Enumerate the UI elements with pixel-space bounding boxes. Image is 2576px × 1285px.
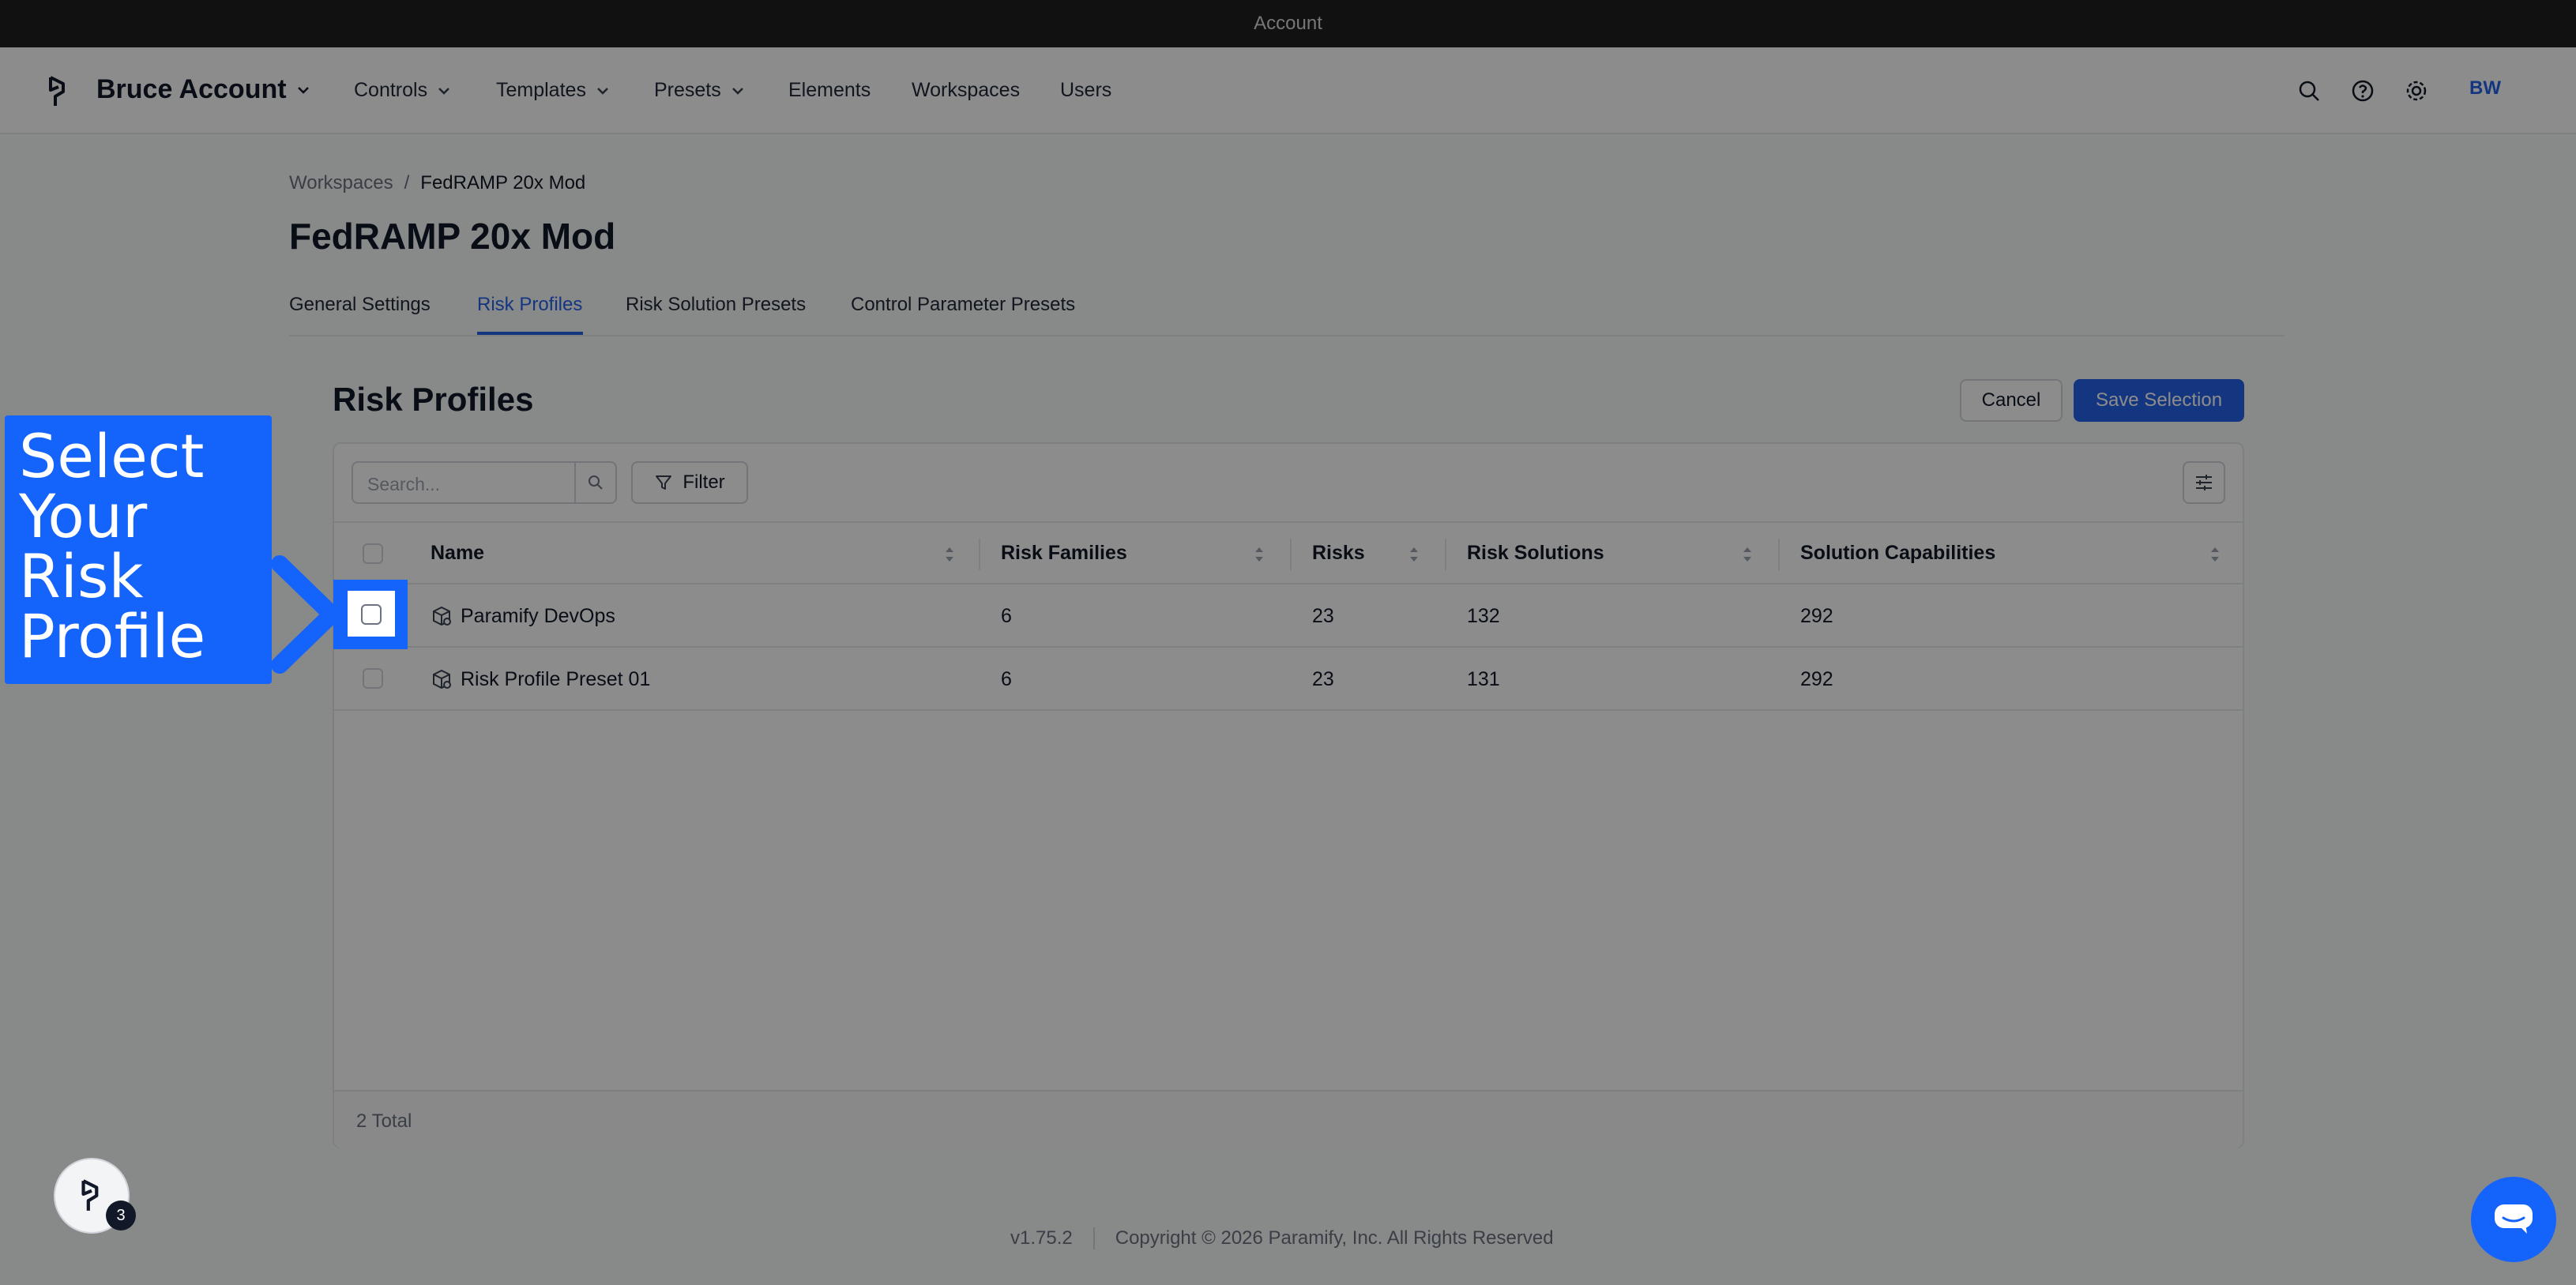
highlighted-row-checkbox[interactable] xyxy=(361,604,382,625)
chat-icon xyxy=(2495,1204,2533,1234)
callout-arrow-icon xyxy=(271,555,340,674)
callout-line-3: Profile xyxy=(19,601,206,671)
tutorial-callout: Select Your Risk Profile xyxy=(5,415,272,684)
callout-line-1: Select xyxy=(19,421,205,491)
notification-badge: 3 xyxy=(106,1200,136,1231)
chat-widget-button[interactable] xyxy=(2471,1177,2556,1262)
paramify-logo-icon xyxy=(81,1179,99,1211)
callout-line-2: Your Risk xyxy=(19,481,148,611)
